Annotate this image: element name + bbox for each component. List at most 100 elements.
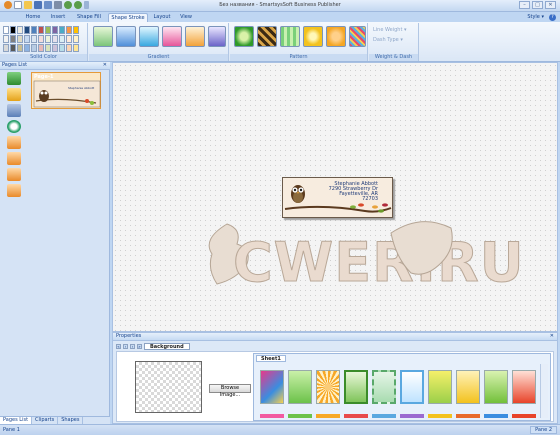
color-swatch[interactable]: [73, 44, 79, 52]
background-thumbnail[interactable]: [372, 414, 396, 418]
color-swatch[interactable]: [66, 35, 72, 43]
background-thumbnail[interactable]: [316, 414, 340, 418]
color-swatch[interactable]: [31, 35, 37, 43]
gallery-scrollbar[interactable]: [540, 364, 548, 418]
first-tab-icon[interactable]: «: [116, 344, 121, 349]
color-swatch[interactable]: [66, 26, 72, 34]
browse-image-button[interactable]: Browse Image...: [209, 384, 251, 398]
tab-shape-stroke[interactable]: Shape Stroke: [108, 13, 148, 22]
pattern-swatch[interactable]: [303, 26, 323, 47]
background-thumbnail[interactable]: [428, 414, 452, 418]
color-swatch[interactable]: [17, 35, 23, 43]
background-thumbnail[interactable]: [372, 370, 396, 404]
tab-insert[interactable]: Insert: [46, 13, 70, 22]
gradient-swatch[interactable]: [139, 26, 159, 47]
close-icon[interactable]: ✕: [550, 333, 554, 340]
tab-layout[interactable]: Layout: [150, 13, 174, 22]
gradient-swatch[interactable]: [185, 26, 205, 47]
background-thumbnail[interactable]: [260, 414, 284, 418]
color-swatch[interactable]: [17, 44, 23, 52]
design-canvas[interactable]: Stephanie Abbott 7290 Strawberry Dr Faye…: [112, 62, 558, 332]
dash-type-button[interactable]: Dash Type ▾: [373, 37, 403, 43]
delete-page-icon[interactable]: [7, 104, 21, 117]
color-swatch[interactable]: [24, 44, 30, 52]
pattern-swatch[interactable]: [234, 26, 254, 47]
tab-home[interactable]: Home: [22, 13, 44, 22]
tab-view[interactable]: View: [176, 13, 196, 22]
background-thumbnail[interactable]: [344, 414, 368, 418]
color-swatch[interactable]: [45, 44, 51, 52]
background-thumbnail[interactable]: [400, 370, 424, 404]
color-swatch[interactable]: [10, 44, 16, 52]
color-swatch[interactable]: [24, 26, 30, 34]
minimize-button[interactable]: –: [519, 1, 530, 9]
pattern-swatch[interactable]: [257, 26, 277, 47]
background-thumbnail[interactable]: [288, 414, 312, 418]
color-swatch[interactable]: [10, 26, 16, 34]
color-swatch[interactable]: [59, 44, 65, 52]
color-swatch[interactable]: [45, 35, 51, 43]
color-swatch[interactable]: [3, 26, 9, 34]
pattern-swatch[interactable]: [326, 26, 346, 47]
address-label[interactable]: Stephanie Abbott 7290 Strawberry Dr Faye…: [282, 177, 393, 218]
color-swatch[interactable]: [31, 44, 37, 52]
copy-page-icon[interactable]: [7, 168, 21, 181]
color-swatch[interactable]: [52, 44, 58, 52]
line-weight-button[interactable]: Line Weight ▾: [373, 27, 407, 33]
color-swatch[interactable]: [59, 26, 65, 34]
background-thumbnail[interactable]: [484, 370, 508, 404]
close-icon[interactable]: ✕: [103, 62, 107, 69]
maximize-button[interactable]: □: [532, 1, 543, 9]
background-thumbnail[interactable]: [288, 370, 312, 404]
add-page-icon[interactable]: [7, 72, 21, 85]
background-thumbnail[interactable]: [316, 370, 340, 404]
color-swatch[interactable]: [59, 35, 65, 43]
move-down-icon[interactable]: [7, 152, 21, 165]
prev-tab-icon[interactable]: ‹: [123, 344, 128, 349]
help-icon[interactable]: ?: [549, 14, 556, 21]
background-thumbnail[interactable]: [260, 370, 284, 404]
style-menu[interactable]: Style ▾: [527, 14, 544, 20]
insert-page-icon[interactable]: [7, 88, 21, 101]
tab-shapes[interactable]: Shapes: [58, 417, 84, 424]
tab-sheet1[interactable]: Sheet1: [256, 355, 286, 362]
background-thumbnail[interactable]: [456, 370, 480, 404]
page-thumbnail[interactable]: Page-1 Stephanie Abbott: [31, 72, 101, 109]
gradient-swatch[interactable]: [208, 26, 226, 47]
tab-cliparts[interactable]: Cliparts: [32, 417, 59, 424]
color-swatch[interactable]: [10, 35, 16, 43]
gradient-swatch[interactable]: [116, 26, 136, 47]
last-tab-icon[interactable]: »: [137, 344, 142, 349]
color-swatch[interactable]: [24, 35, 30, 43]
color-swatch[interactable]: [73, 35, 79, 43]
tab-background[interactable]: Background: [144, 343, 190, 350]
color-swatch[interactable]: [45, 26, 51, 34]
refresh-page-icon[interactable]: [7, 120, 21, 133]
gradient-swatch[interactable]: [93, 26, 113, 47]
color-swatch[interactable]: [73, 26, 79, 34]
background-thumbnail[interactable]: [484, 414, 508, 418]
background-thumbnail[interactable]: [512, 414, 536, 418]
background-thumbnail[interactable]: [428, 370, 452, 404]
color-swatch[interactable]: [3, 35, 9, 43]
color-swatch[interactable]: [31, 26, 37, 34]
color-swatch[interactable]: [52, 35, 58, 43]
background-thumbnail[interactable]: [344, 370, 368, 404]
move-up-icon[interactable]: [7, 136, 21, 149]
next-tab-icon[interactable]: ›: [130, 344, 135, 349]
color-swatch[interactable]: [38, 44, 44, 52]
background-thumbnail[interactable]: [456, 414, 480, 418]
color-swatch[interactable]: [17, 26, 23, 34]
pattern-swatch[interactable]: [349, 26, 366, 47]
background-thumbnail[interactable]: [512, 370, 536, 404]
background-thumbnail[interactable]: [400, 414, 424, 418]
color-swatch[interactable]: [3, 44, 9, 52]
color-swatch[interactable]: [38, 35, 44, 43]
color-swatch[interactable]: [52, 26, 58, 34]
tab-shape-fill[interactable]: Shape Fill: [72, 13, 106, 22]
close-button[interactable]: ✕: [545, 1, 556, 9]
paste-page-icon[interactable]: [7, 184, 21, 197]
pattern-swatch[interactable]: [280, 26, 300, 47]
tab-pages-list[interactable]: Pages List: [0, 417, 33, 424]
color-swatch[interactable]: [66, 44, 72, 52]
